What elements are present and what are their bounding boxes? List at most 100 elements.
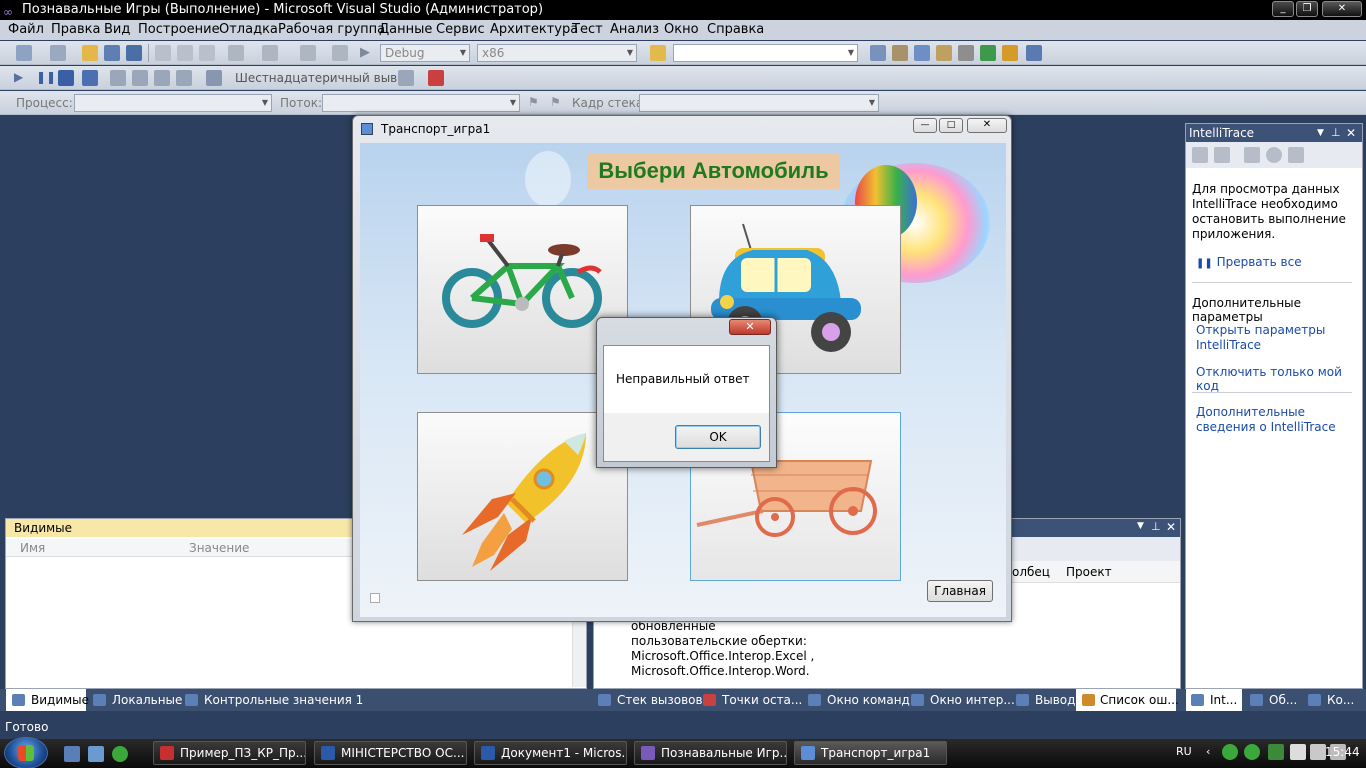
undo-icon[interactable]: [228, 45, 244, 61]
more-info-link[interactable]: Дополнительные сведения о IntelliTrace: [1196, 405, 1356, 435]
tab-locals[interactable]: Локальные: [112, 693, 182, 707]
properties-icon[interactable]: [892, 45, 908, 61]
thread-select[interactable]: ▼: [322, 94, 520, 112]
intellitrace-close-icon[interactable]: ✕: [1346, 124, 1356, 142]
intellitrace-pin-icon[interactable]: ⊥: [1331, 124, 1341, 142]
copy-icon[interactable]: [177, 45, 193, 61]
navigate-forward-icon[interactable]: [332, 45, 348, 61]
intellitrace-menu-icon[interactable]: ▼: [1317, 124, 1324, 142]
flag-all-icon[interactable]: ⚑: [550, 95, 566, 111]
calls-view-icon[interactable]: [1214, 147, 1230, 163]
events-view-icon[interactable]: [1192, 147, 1208, 163]
step-out-icon[interactable]: [176, 70, 192, 86]
taskbar-item-active[interactable]: Транспорт_игра1: [794, 741, 947, 765]
column-project[interactable]: Проект: [1066, 565, 1112, 579]
restart-icon[interactable]: [82, 70, 98, 86]
tab-immediate[interactable]: Окно интер...: [930, 693, 1015, 707]
utorrent-tray-icon[interactable]: [1222, 744, 1238, 760]
redo-icon[interactable]: [262, 45, 278, 61]
utorrent-icon[interactable]: [112, 746, 128, 762]
solution-explorer-icon[interactable]: [870, 45, 886, 61]
menu-edit[interactable]: Правка: [51, 22, 100, 37]
toolbox-icon[interactable]: [936, 45, 952, 61]
object-browser-icon[interactable]: [914, 45, 930, 61]
process-select[interactable]: ▼: [74, 94, 272, 112]
open-params-link[interactable]: Открыть параметры IntelliTrace: [1196, 323, 1346, 353]
open-settings-icon[interactable]: [1244, 147, 1260, 163]
tab-output[interactable]: Вывод: [1035, 693, 1075, 707]
hex-output-label[interactable]: Шестнадцатеричный вывод: [235, 71, 413, 85]
threads-icon[interactable]: [398, 70, 414, 86]
clock[interactable]: 15:44: [1325, 745, 1360, 759]
disable-mycode-link[interactable]: Отключить только мой код: [1196, 365, 1362, 393]
column-name[interactable]: Имя: [20, 541, 45, 555]
step-over-icon[interactable]: [154, 70, 170, 86]
language-indicator[interactable]: RU: [1176, 745, 1192, 758]
taskbar-item[interactable]: Документ1 - Micros...: [474, 741, 627, 765]
menu-view[interactable]: Вид: [104, 22, 130, 37]
form-close-button[interactable]: ✕: [967, 118, 1007, 133]
taskbar-item[interactable]: МІНІСТЕРСТВО ОС...: [314, 741, 467, 765]
configuration-select[interactable]: Debug ▼: [380, 44, 470, 62]
tools-icon[interactable]: [958, 45, 974, 61]
menu-tools[interactable]: Сервис: [436, 22, 485, 37]
tab-solution[interactable]: Об...: [1269, 693, 1297, 707]
menu-window[interactable]: Окно: [664, 22, 699, 37]
platform-select[interactable]: x86 ▼: [477, 44, 637, 62]
cut-icon[interactable]: [155, 45, 171, 61]
filter-icon[interactable]: [1266, 147, 1282, 163]
column-column[interactable]: олбец: [1012, 565, 1050, 579]
error-list-menu-icon[interactable]: ▼: [1137, 521, 1144, 531]
minimize-button[interactable]: _: [1272, 1, 1294, 17]
menu-analyze[interactable]: Анализ: [610, 22, 659, 37]
form-checkbox[interactable]: [370, 593, 380, 603]
menu-test[interactable]: Тест: [572, 22, 603, 37]
add-item-icon[interactable]: [50, 45, 66, 61]
menu-data[interactable]: Данные: [379, 22, 432, 37]
menu-debug[interactable]: Отладка: [219, 22, 278, 37]
tab-callstack[interactable]: Стек вызовов: [617, 693, 703, 707]
network-icon[interactable]: [1310, 744, 1326, 760]
tab-team[interactable]: Ко...: [1327, 693, 1354, 707]
menu-build[interactable]: Построение: [138, 22, 220, 37]
error-list-pin-icon[interactable]: ⊥: [1151, 520, 1161, 533]
taskbar-item[interactable]: Пример_ПЗ_КР_Пр...: [153, 741, 306, 765]
stop-icon[interactable]: [58, 70, 74, 86]
find-in-files-icon[interactable]: [650, 45, 666, 61]
refresh-icon[interactable]: [1288, 147, 1304, 163]
navigate-back-icon[interactable]: [300, 45, 316, 61]
tray-icon[interactable]: [1244, 744, 1260, 760]
flag-icon[interactable]: [1290, 744, 1306, 760]
start-button[interactable]: [4, 737, 48, 768]
save-icon[interactable]: [104, 45, 120, 61]
server-explorer-icon[interactable]: [980, 45, 996, 61]
start-debug-icon[interactable]: ▶: [360, 45, 376, 61]
message-close-button[interactable]: ✕: [729, 319, 771, 335]
step-into-icon[interactable]: [132, 70, 148, 86]
output-icon[interactable]: [1026, 45, 1042, 61]
paste-icon[interactable]: [199, 45, 215, 61]
main-button[interactable]: Главная: [927, 580, 993, 602]
error-list-close-icon[interactable]: ✕: [1166, 520, 1176, 534]
class-view-icon[interactable]: [1002, 45, 1018, 61]
taskbar-item[interactable]: Познавальные Игр...: [634, 741, 787, 765]
open-folder-icon[interactable]: [82, 45, 98, 61]
show-desktop-icon[interactable]: [64, 746, 80, 762]
form-minimize-button[interactable]: —: [913, 118, 937, 133]
ok-button[interactable]: OK: [675, 425, 761, 449]
show-next-statement-icon[interactable]: [110, 70, 126, 86]
flag-threads-icon[interactable]: ⚑: [528, 95, 544, 111]
breakpoints-icon[interactable]: [428, 70, 444, 86]
maximize-button[interactable]: ❐: [1296, 1, 1318, 17]
tab-watch[interactable]: Контрольные значения 1: [204, 693, 363, 707]
quick-watch-icon[interactable]: [206, 70, 222, 86]
battery-icon[interactable]: [1268, 744, 1284, 760]
stack-frame-select[interactable]: ▼: [639, 94, 879, 112]
pause-icon[interactable]: ❚❚: [36, 70, 56, 86]
column-value[interactable]: Значение: [189, 541, 249, 555]
menu-architecture[interactable]: Архитектура: [490, 22, 578, 37]
continue-icon[interactable]: ▶: [14, 70, 30, 86]
tray-expand-icon[interactable]: ‹: [1206, 745, 1210, 758]
save-all-icon[interactable]: [126, 45, 142, 61]
menu-help[interactable]: Справка: [707, 22, 764, 37]
